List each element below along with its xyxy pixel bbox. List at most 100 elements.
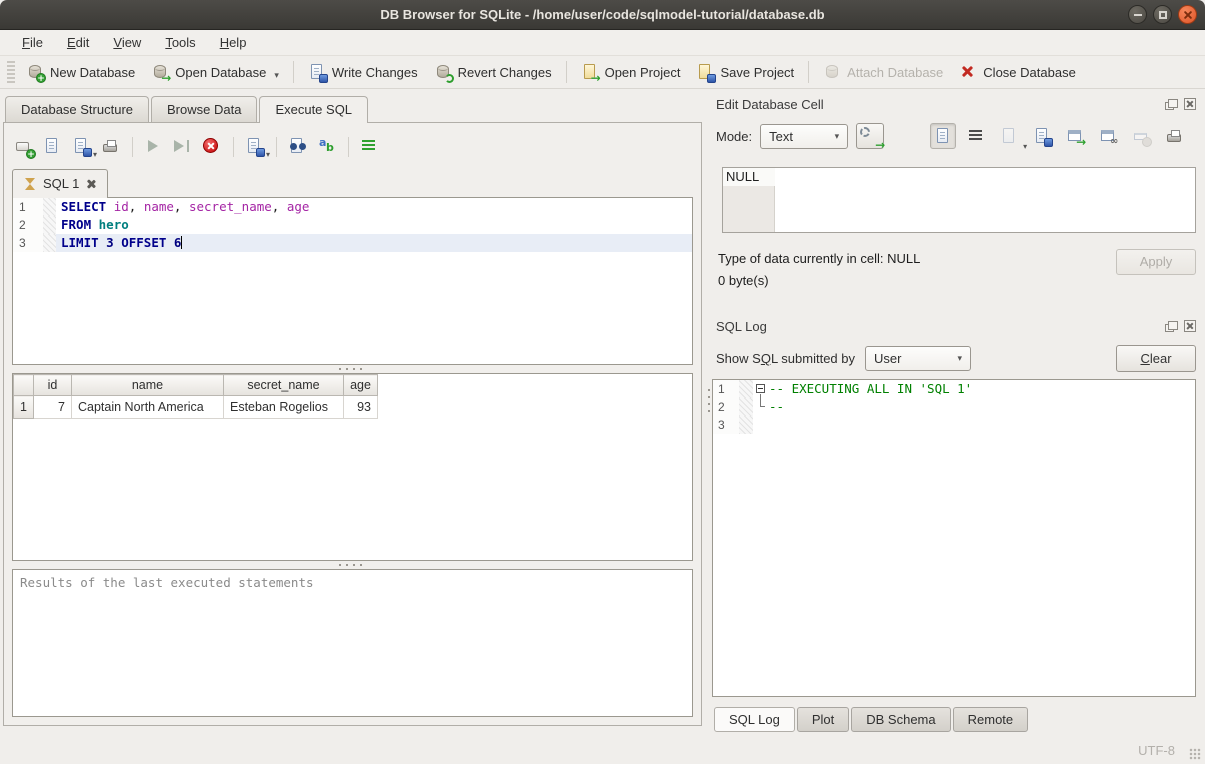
table-cell[interactable]: Captain North America xyxy=(72,396,224,419)
tab-plot[interactable]: Plot xyxy=(797,707,849,732)
menu-file[interactable]: File xyxy=(12,32,53,53)
sql-tab-bar: SQL 1 xyxy=(12,169,693,197)
execute-sql-page: ▾ ▾ S xyxy=(3,122,702,726)
sql-toolbar: ▾ ▾ xyxy=(12,131,693,163)
maximize-icon xyxy=(1159,11,1167,19)
print-cell-button[interactable] xyxy=(1161,123,1187,149)
tab-database-structure[interactable]: Database Structure xyxy=(5,96,149,122)
sql-log-line[interactable]: 3 xyxy=(713,416,1195,434)
tab-remote[interactable]: Remote xyxy=(953,707,1029,732)
corner-header[interactable] xyxy=(14,375,34,396)
menu-tools[interactable]: Tools xyxy=(155,32,205,53)
find-replace-icon[interactable] xyxy=(288,137,308,157)
float-dock-icon[interactable] xyxy=(1165,320,1178,332)
sql-editor-line[interactable]: 2FROM hero xyxy=(13,216,692,234)
column-header-age[interactable]: age xyxy=(344,375,378,396)
toolbar-separator xyxy=(132,137,133,157)
column-header-name[interactable]: name xyxy=(72,375,224,396)
open-sql-file-icon[interactable] xyxy=(43,137,63,157)
cell-value-editor[interactable]: NULL xyxy=(722,167,1196,233)
import-text-button: ▾ xyxy=(996,123,1022,149)
auto-completion-icon[interactable] xyxy=(317,137,337,157)
new-sql-tab-icon[interactable] xyxy=(14,137,34,157)
menu-help[interactable]: Help xyxy=(210,32,257,53)
row-header[interactable]: 1 xyxy=(14,396,34,419)
line-number: 2 xyxy=(713,398,739,416)
minimize-button[interactable] xyxy=(1128,5,1147,24)
encoding-indicator[interactable]: UTF-8 xyxy=(1138,743,1175,758)
table-cell[interactable]: 7 xyxy=(34,396,72,419)
export-text-button[interactable] xyxy=(1029,123,1055,149)
edit-cell-title: Edit Database Cell xyxy=(716,97,824,112)
sql-log-line[interactable]: 1-- EXECUTING ALL IN 'SQL 1' xyxy=(713,380,1195,398)
revert-changes-button[interactable]: Revert Changes xyxy=(426,59,560,85)
clear-button[interactable]: Clear xyxy=(1116,345,1196,372)
close-dock-icon[interactable] xyxy=(1183,320,1196,332)
sql-editor[interactable]: 1SELECT id, name, secret_name, age2FROM … xyxy=(12,197,693,365)
pane-splitter[interactable] xyxy=(705,89,712,736)
open-project-icon xyxy=(581,63,599,81)
print-icon[interactable] xyxy=(101,137,121,157)
tab-execute-sql[interactable]: Execute SQL xyxy=(259,96,368,123)
column-header-secret_name[interactable]: secret_name xyxy=(224,375,344,396)
copy-link-button[interactable] xyxy=(1095,123,1121,149)
revert-changes-label: Revert Changes xyxy=(458,65,552,80)
toolbar-separator xyxy=(808,61,809,83)
sql-log-editor[interactable]: 1-- EXECUTING ALL IN 'SQL 1'2--3 xyxy=(712,379,1196,697)
format-sql-icon[interactable] xyxy=(360,137,380,157)
open-project-button[interactable]: Open Project xyxy=(573,59,689,85)
table-row: 17Captain North AmericaEsteban Rogelios9… xyxy=(14,396,378,419)
fold-margin xyxy=(739,380,753,398)
stop-icon[interactable] xyxy=(202,137,222,157)
toolbar-grip[interactable] xyxy=(7,61,15,83)
mode-select[interactable]: Text ▾ xyxy=(760,124,848,149)
close-database-button[interactable]: Close Database xyxy=(951,59,1084,85)
menu-view[interactable]: View xyxy=(103,32,151,53)
save-sql-file-icon[interactable]: ▾ xyxy=(72,137,92,157)
print-icon xyxy=(1165,127,1183,145)
main-toolbar: New Database Open Database ▾ Write Chang… xyxy=(0,56,1205,89)
sql-editor-line[interactable]: 3LIMIT 3 OFFSET 6 xyxy=(13,234,692,252)
sql-log-filter-row: Show SQL submitted by User ▾ Clear xyxy=(712,345,1196,372)
sql-editor-line[interactable]: 1SELECT id, name, secret_name, age xyxy=(13,198,692,216)
save-project-button[interactable]: Save Project xyxy=(688,59,802,85)
open-database-button[interactable]: Open Database ▾ xyxy=(143,59,287,85)
results-message-splitter[interactable] xyxy=(12,561,693,569)
tab-db-schema[interactable]: DB Schema xyxy=(851,707,950,732)
export-text-icon xyxy=(1033,127,1051,145)
word-wrap-button[interactable] xyxy=(963,123,989,149)
write-changes-button[interactable]: Write Changes xyxy=(300,59,426,85)
close-tab-icon[interactable] xyxy=(86,179,96,189)
editor-results-splitter[interactable] xyxy=(12,365,693,373)
close-button[interactable] xyxy=(1178,5,1197,24)
toolbar-separator xyxy=(233,137,234,157)
toolbar-separator xyxy=(348,137,349,157)
open-database-icon xyxy=(151,63,169,81)
tab-browse-data[interactable]: Browse Data xyxy=(151,96,257,122)
sql-log-line[interactable]: 2-- xyxy=(713,398,1195,416)
maximize-button[interactable] xyxy=(1153,5,1172,24)
column-header-id[interactable]: id xyxy=(34,375,72,396)
attach-database-icon xyxy=(823,63,841,81)
right-pane: Edit Database Cell Mode: Text ▾ ▾ xyxy=(712,89,1205,736)
new-database-button[interactable]: New Database xyxy=(18,59,143,85)
revert-changes-icon xyxy=(434,63,452,81)
apply-button: Apply xyxy=(1116,249,1196,275)
submitted-by-select[interactable]: User ▾ xyxy=(865,346,971,371)
text-document-button[interactable] xyxy=(930,123,956,149)
float-dock-icon[interactable] xyxy=(1165,98,1178,110)
line-number: 2 xyxy=(13,216,43,234)
save-results-icon[interactable]: ▾ xyxy=(245,137,265,157)
write-changes-icon xyxy=(308,63,326,81)
resize-grip-icon[interactable] xyxy=(1189,748,1201,760)
menu-edit[interactable]: Edit xyxy=(57,32,99,53)
sql-editor-lines: 1SELECT id, name, secret_name, age2FROM … xyxy=(13,198,692,252)
close-dock-icon[interactable] xyxy=(1183,98,1196,110)
table-cell[interactable]: Esteban Rogelios xyxy=(224,396,344,419)
tab-sql-log[interactable]: SQL Log xyxy=(714,707,795,732)
auto-switch-mode-button[interactable] xyxy=(856,123,884,149)
open-database-dropdown-icon[interactable]: ▾ xyxy=(274,70,279,81)
sql-1-tab[interactable]: SQL 1 xyxy=(12,169,108,198)
table-cell[interactable]: 93 xyxy=(344,396,378,419)
open-external-button[interactable] xyxy=(1062,123,1088,149)
